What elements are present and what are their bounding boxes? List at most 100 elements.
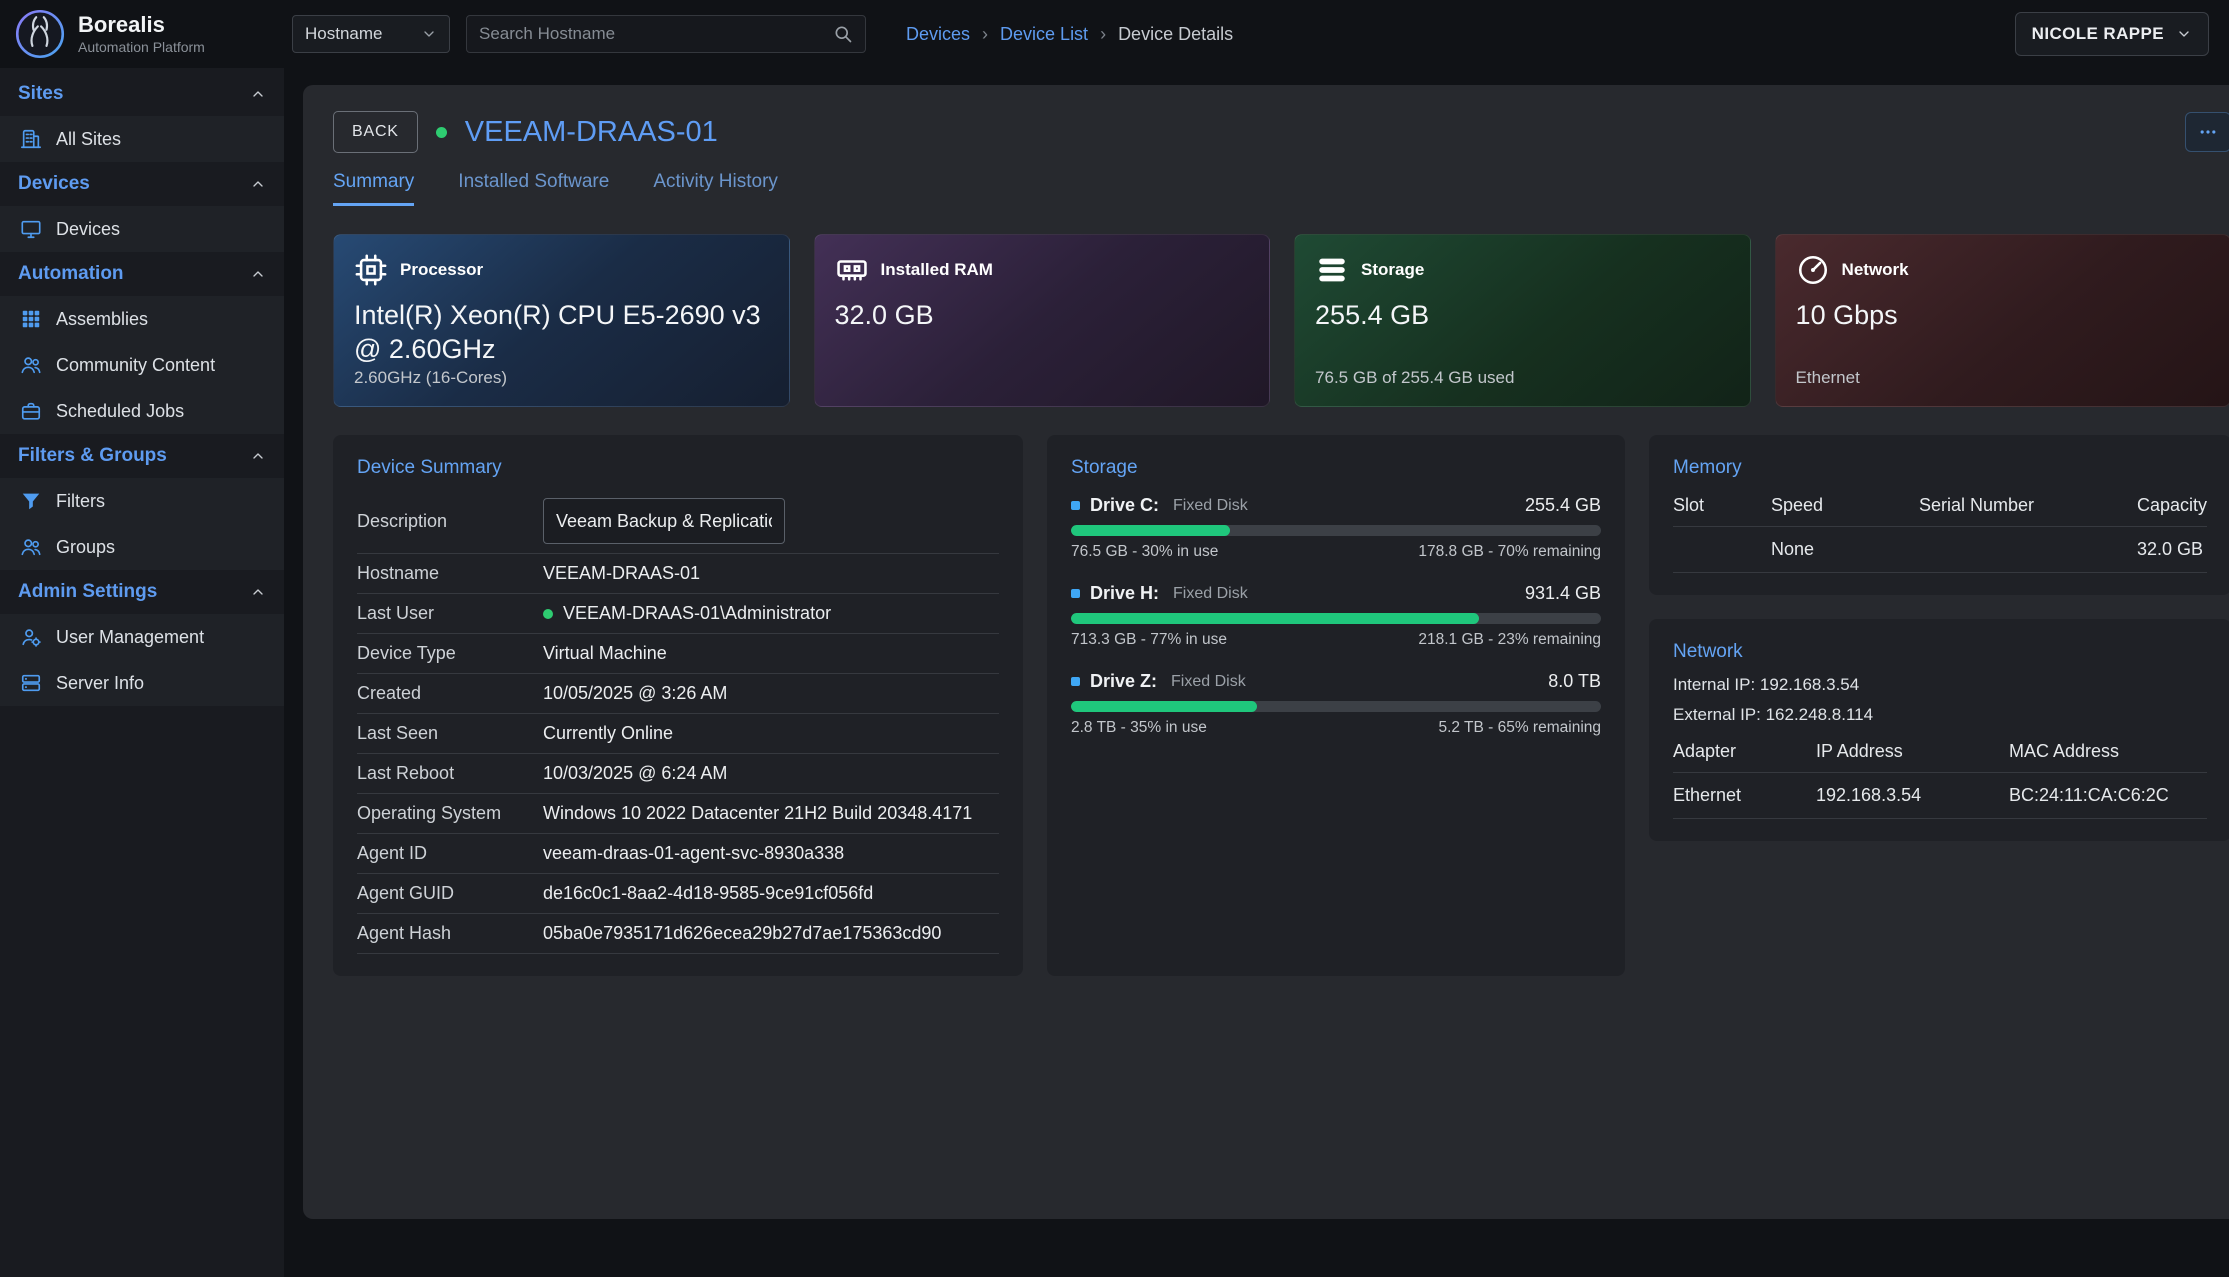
row-value: Virtual Machine: [543, 643, 667, 664]
sidebar-item-label: Assemblies: [56, 309, 148, 330]
people-icon: [20, 354, 42, 376]
metric-value: 32.0 GB: [835, 299, 1250, 333]
metric-card-header: Storage: [1315, 253, 1730, 287]
user-gear-icon: [20, 626, 42, 648]
sidebar-section-sites[interactable]: Sites: [0, 72, 284, 116]
column-header: Speed: [1771, 495, 1911, 516]
summary-row-last-reboot: Last Reboot 10/03/2025 @ 6:24 AM: [357, 754, 999, 794]
online-status-dot: [436, 127, 447, 138]
drive-usage-bar: [1071, 701, 1601, 712]
sidebar-item-all-sites[interactable]: All Sites: [0, 116, 284, 162]
sidebar-item-server-info[interactable]: Server Info: [0, 660, 284, 706]
search-icon[interactable]: [833, 24, 853, 44]
drive-size: 8.0 TB: [1548, 671, 1601, 692]
drive-size: 255.4 GB: [1525, 495, 1601, 516]
sidebar-section-devices[interactable]: Devices: [0, 162, 284, 206]
adapter-name: Ethernet: [1673, 785, 1808, 806]
drive-remaining: 218.1 GB - 23% remaining: [1418, 631, 1601, 649]
memory-speed: None: [1771, 539, 1911, 560]
tab-activity-history[interactable]: Activity History: [653, 171, 778, 206]
column-header: Slot: [1673, 495, 1763, 516]
row-value: 10/03/2025 @ 6:24 AM: [543, 763, 727, 784]
row-value: VEEAM-DRAAS-01\Administrator: [543, 603, 831, 624]
network-card: Network Internal IP: 192.168.3.54 Extern…: [1649, 619, 2229, 841]
drive-type: Fixed Disk: [1173, 585, 1248, 603]
metric-footer: [835, 368, 1250, 388]
hostname-filter-dropdown[interactable]: Hostname: [292, 15, 450, 53]
row-label: Description: [357, 511, 543, 532]
drive-used: 2.8 TB - 35% in use: [1071, 719, 1207, 737]
breadcrumb-devices[interactable]: Devices: [906, 24, 970, 45]
sidebar-item-filters[interactable]: Filters: [0, 478, 284, 524]
sidebar-item-groups[interactable]: Groups: [0, 524, 284, 570]
brand-text: Borealis Automation Platform: [78, 13, 205, 55]
breadcrumb: Devices › Device List › Device Details: [906, 24, 1233, 45]
sidebar-item-label: Devices: [56, 219, 120, 240]
metric-card-header: Installed RAM: [835, 253, 1250, 287]
building-icon: [20, 128, 42, 150]
metric-card-header: Network: [1796, 253, 2211, 287]
chevron-up-icon: [250, 448, 266, 464]
detail-cards: Device Summary Description Hostname VEEA…: [333, 435, 2229, 976]
sidebar-item-user-management[interactable]: User Management: [0, 614, 284, 660]
app: { "brand": { "name": "Borealis", "subtit…: [0, 0, 2229, 1277]
borealis-logo: [14, 8, 66, 60]
breadcrumb-separator-icon: ›: [982, 24, 988, 45]
chevron-up-icon: [250, 266, 266, 282]
drive-bullet-icon: [1071, 677, 1080, 686]
memory-serial: [1919, 539, 2129, 560]
sidebar-item-assemblies[interactable]: Assemblies: [0, 296, 284, 342]
storage-drive-c: Drive C: Fixed Disk 255.4 GB 76.5 GB - 3…: [1071, 495, 1601, 561]
briefcase-icon: [20, 400, 42, 422]
sidebar-item-label: Community Content: [56, 355, 215, 376]
search-box[interactable]: [466, 15, 866, 53]
row-label: Operating System: [357, 803, 543, 824]
summary-row-created: Created 10/05/2025 @ 3:26 AM: [357, 674, 999, 714]
topbar: Borealis Automation Platform Hostname De…: [0, 0, 2229, 68]
memory-table-row: None 32.0 GB: [1673, 527, 2207, 573]
sidebar-section-automation[interactable]: Automation: [0, 252, 284, 296]
user-menu[interactable]: NICOLE RAPPE: [2015, 12, 2209, 56]
storage-title: Storage: [1071, 457, 1601, 479]
back-button[interactable]: BACK: [333, 111, 418, 153]
sidebar-section-filters-groups[interactable]: Filters & Groups: [0, 434, 284, 478]
gauge-icon: [1796, 253, 1830, 287]
row-value: VEEAM-DRAAS-01: [543, 563, 700, 584]
drive-usage-fill: [1071, 613, 1479, 624]
funnel-icon: [20, 490, 42, 512]
metric-card-installed-ram: Installed RAM 32.0 GB: [814, 234, 1271, 407]
section-label: Devices: [18, 173, 90, 195]
drive-usage-bar: [1071, 525, 1601, 536]
device-summary-card: Device Summary Description Hostname VEEA…: [333, 435, 1023, 976]
description-input[interactable]: [543, 498, 785, 544]
section-label: Automation: [18, 263, 124, 285]
drive-usage-fill: [1071, 525, 1230, 536]
sidebar-item-scheduled-jobs[interactable]: Scheduled Jobs: [0, 388, 284, 434]
sidebar-item-label: User Management: [56, 627, 204, 648]
column-header: Serial Number: [1919, 495, 2129, 516]
metric-footer: Ethernet: [1796, 368, 2211, 388]
memory-table-header: Slot Speed Serial Number Capacity: [1673, 495, 2207, 527]
metric-card-network: Network 10 Gbps Ethernet: [1775, 234, 2229, 407]
column-header: Capacity: [2137, 495, 2207, 516]
ram-icon: [835, 253, 869, 287]
sidebar: Sites All Sites Devices Devices Automati…: [0, 68, 284, 1277]
drive-size: 931.4 GB: [1525, 583, 1601, 604]
section-label: Admin Settings: [18, 581, 157, 603]
drive-remaining: 178.8 GB - 70% remaining: [1418, 543, 1601, 561]
sidebar-item-community-content[interactable]: Community Content: [0, 342, 284, 388]
tab-installed-software[interactable]: Installed Software: [458, 171, 609, 206]
search-input[interactable]: [479, 24, 833, 44]
sidebar-item-label: Groups: [56, 537, 115, 558]
tab-summary[interactable]: Summary: [333, 171, 414, 206]
breadcrumb-device-list[interactable]: Device List: [1000, 24, 1088, 45]
tab-bar: Summary Installed Software Activity Hist…: [333, 171, 2229, 206]
drive-stats: 76.5 GB - 30% in use 178.8 GB - 70% rema…: [1071, 543, 1601, 561]
more-actions-button[interactable]: [2185, 112, 2229, 152]
storage-stack-icon: [1315, 253, 1349, 287]
chevron-up-icon: [250, 176, 266, 192]
sidebar-item-devices[interactable]: Devices: [0, 206, 284, 252]
sidebar-section-admin-settings[interactable]: Admin Settings: [0, 570, 284, 614]
column-header: IP Address: [1816, 741, 2001, 762]
drive-header: Drive Z: Fixed Disk 8.0 TB: [1071, 671, 1601, 692]
